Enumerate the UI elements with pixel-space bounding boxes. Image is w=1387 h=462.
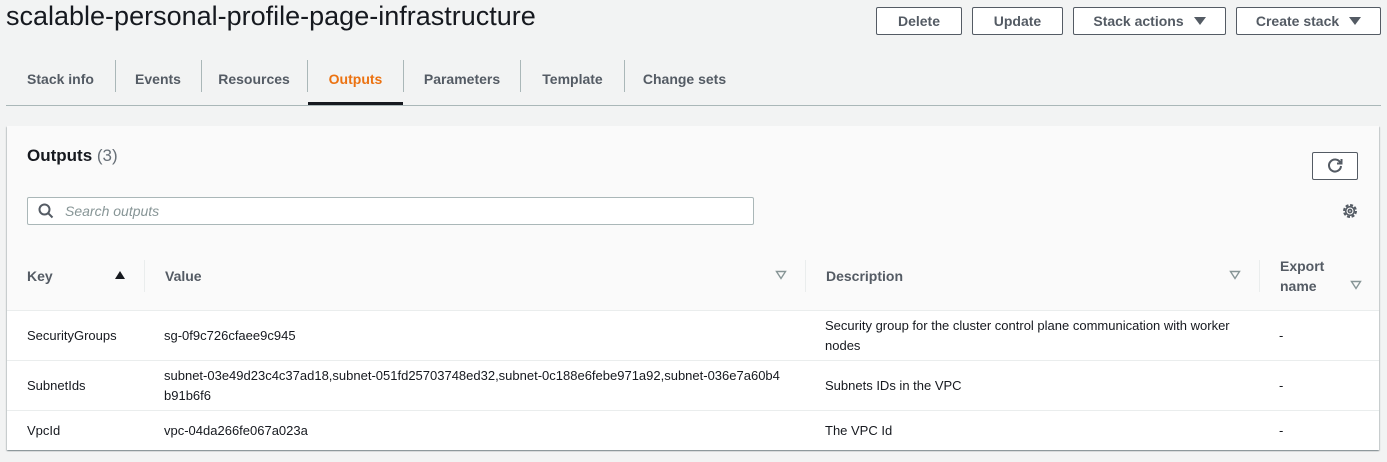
column-header-key[interactable]: Key (27, 241, 53, 310)
cell-value: vpc-04da266fe067a023a (164, 422, 308, 438)
tab-stack-info[interactable]: Stack info (6, 56, 115, 102)
update-button-label: Update (993, 13, 1042, 29)
create-stack-button[interactable]: Create stack (1236, 7, 1381, 35)
column-header-value[interactable]: Value (165, 241, 202, 310)
sort-icon[interactable] (1229, 270, 1241, 280)
column-divider (144, 260, 145, 292)
update-button[interactable]: Update (972, 7, 1063, 35)
table-header: Key Value Description Export name (7, 241, 1379, 311)
column-divider (1259, 260, 1260, 292)
cell-export-name: - (1279, 377, 1284, 393)
create-stack-label: Create stack (1255, 13, 1340, 29)
tab-template[interactable]: Template (521, 56, 624, 102)
sort-icon[interactable] (1350, 280, 1362, 290)
table-row: SubnetIds subnet-03e49d23c4c37ad18,subne… (7, 361, 1379, 411)
cell-key: SecurityGroups (27, 327, 117, 343)
sort-ascending-icon[interactable] (114, 270, 126, 280)
cell-export-name: - (1279, 327, 1284, 343)
outputs-panel: Outputs (3) Key Value (7, 126, 1379, 450)
cell-description: The VPC Id (825, 422, 893, 438)
stack-actions-label: Stack actions (1093, 13, 1184, 29)
cell-description: Security group for the cluster control p… (825, 317, 1230, 353)
tab-parameters[interactable]: Parameters (404, 56, 520, 102)
cell-value: sg-0f9c726cfaee9c945 (164, 327, 296, 343)
tab-outputs[interactable]: Outputs (308, 56, 403, 105)
output-count: (3) (96, 146, 118, 165)
panel-title-text: Outputs (27, 146, 93, 165)
refresh-button[interactable] (1312, 152, 1358, 180)
search-field[interactable] (27, 197, 754, 225)
caret-down-icon (1193, 17, 1206, 25)
caret-down-icon (1349, 17, 1362, 25)
cell-value: subnet-03e49d23c4c37ad18,subnet-051fd257… (164, 367, 780, 403)
cell-description: Subnets IDs in the VPC (825, 377, 962, 393)
table-row: SecurityGroups sg-0f9c726cfaee9c945 Secu… (7, 311, 1379, 361)
search-icon (38, 203, 54, 219)
tab-bar: Stack info Events Resources Outputs Para… (6, 56, 1381, 106)
table-row: VpcId vpc-04da266fe067a023a The VPC Id - (7, 411, 1379, 450)
page-title: scalable-personal-profile-page-infrastru… (6, 1, 536, 31)
refresh-icon (1328, 158, 1343, 173)
cell-key: SubnetIds (27, 377, 86, 393)
panel-header: Outputs (3) (7, 126, 1379, 242)
delete-button-label: Delete (897, 13, 941, 29)
tab-events[interactable]: Events (115, 56, 201, 102)
search-input[interactable] (63, 202, 747, 220)
cell-export-name: - (1279, 422, 1284, 438)
panel-title: Outputs (3) (27, 146, 118, 166)
cell-key: VpcId (27, 422, 61, 438)
tab-resources[interactable]: Resources (201, 56, 307, 102)
column-header-description[interactable]: Description (826, 241, 903, 310)
tab-change-sets[interactable]: Change sets (625, 56, 744, 102)
column-header-export-name[interactable]: Export name (1280, 241, 1336, 310)
stack-actions-button[interactable]: Stack actions (1073, 7, 1226, 35)
delete-button[interactable]: Delete (876, 7, 962, 35)
gear-icon[interactable] (1341, 202, 1359, 220)
column-divider (805, 260, 806, 292)
sort-icon[interactable] (775, 270, 787, 280)
